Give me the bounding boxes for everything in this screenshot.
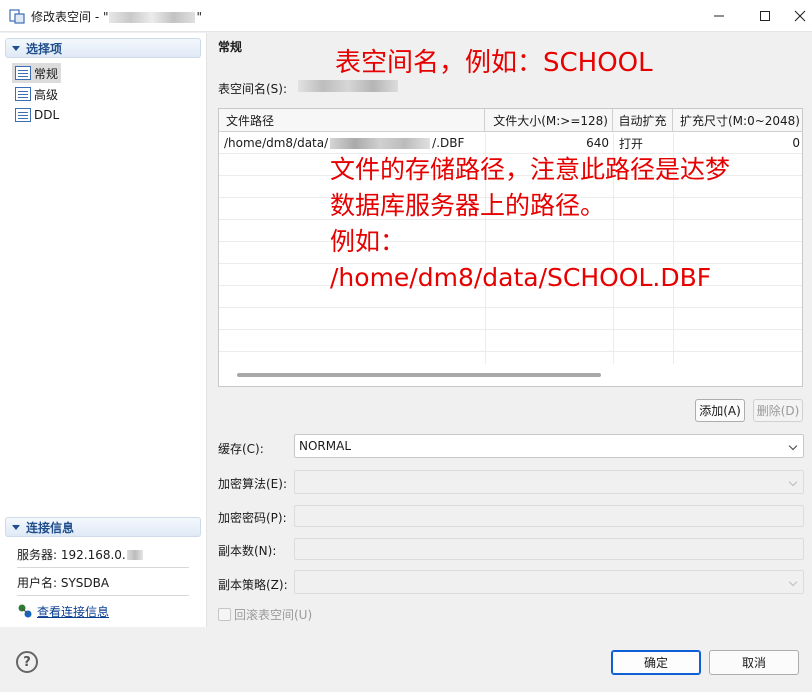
chevron-down-icon — [788, 441, 798, 451]
tablespace-name-field[interactable] — [298, 77, 478, 95]
window-title: 修改表空间 - " " — [31, 8, 202, 25]
table-cell-size[interactable]: 640 — [485, 132, 613, 154]
user-info: 用户名: SYSDBA — [17, 570, 189, 596]
column-header-size[interactable]: 文件大小(M:>=128) — [485, 109, 613, 132]
help-icon[interactable]: ? — [16, 651, 38, 673]
annotation-name-hint: 表空间名，例如：SCHOOL — [335, 48, 653, 78]
cache-select-value: NORMAL — [299, 439, 352, 453]
copy-policy-label: 副本策略(Z): — [218, 578, 288, 592]
user-label: 用户名: SYSDBA — [17, 576, 110, 590]
annotation-line: 例如： — [330, 227, 406, 256]
sidebar-item-label: 高级 — [34, 87, 59, 102]
ok-button[interactable]: 确定 — [611, 650, 701, 675]
view-connection-link-text[interactable]: 查看连接信息 — [37, 603, 109, 620]
encrypt-algo-label: 加密算法(E): — [218, 477, 287, 491]
title-bar: 修改表空间 - " " — [0, 0, 812, 32]
add-button[interactable]: 添加(A) — [695, 399, 745, 422]
main-panel: 常规 表空间名(S): 文件路径 文件大小(M:>=128) 自动扩充 扩充尺寸… — [208, 33, 812, 627]
document-icon — [15, 108, 31, 122]
options-section-header[interactable]: 选择项 — [5, 38, 201, 58]
annotation-line: 文件的存储路径，注意此路径是达梦 — [330, 155, 731, 184]
encrypt-pwd-label: 加密密码(P): — [218, 511, 287, 525]
window-title-suffix: " — [196, 10, 203, 24]
rollback-checkbox-row[interactable]: 回滚表空间(U) — [218, 606, 312, 623]
chevron-down-icon — [788, 477, 798, 487]
minimize-button[interactable] — [696, 0, 742, 32]
path-suffix: /.DBF — [432, 136, 465, 150]
collapse-triangle-icon — [12, 524, 20, 530]
tablespace-app-icon — [9, 9, 25, 24]
collapse-triangle-icon — [12, 45, 20, 51]
options-section-title: 选择项 — [26, 41, 63, 56]
cancel-button[interactable]: 取消 — [709, 650, 799, 675]
view-connection-link[interactable]: 查看连接信息 — [17, 603, 109, 619]
maximize-icon — [760, 11, 770, 21]
path-prefix: /home/dm8/data/ — [224, 136, 329, 150]
sidebar-item-general[interactable]: 常规 — [12, 63, 62, 83]
chevron-down-icon — [788, 577, 798, 587]
tablespace-name-label: 表空间名(S): — [218, 82, 288, 96]
rollback-checkbox[interactable] — [218, 608, 231, 621]
table-header: 文件路径 文件大小(M:>=128) 自动扩充 扩充尺寸(M:0~2048) — [219, 109, 802, 132]
horizontal-scrollbar[interactable] — [237, 373, 601, 377]
redacted-path — [330, 137, 431, 149]
connection-section-title: 连接信息 — [26, 520, 75, 535]
cache-label: 缓存(C): — [218, 442, 264, 456]
copies-field[interactable] — [294, 538, 804, 560]
annotation-line: /home/dm8/data/SCHOOL.DBF — [330, 263, 712, 292]
copies-label: 副本数(N): — [218, 544, 277, 558]
table-cell-auto-extend[interactable]: 打开 — [613, 132, 673, 154]
sidebar-item-ddl[interactable]: DDL — [12, 105, 62, 125]
column-header-auto-extend[interactable]: 自动扩充 — [613, 109, 673, 132]
rollback-label: 回滚表空间(U) — [234, 608, 313, 622]
copy-policy-select[interactable] — [294, 570, 804, 594]
close-button[interactable] — [788, 0, 812, 32]
redacted-ip — [126, 549, 143, 560]
redacted-tablespace-name — [298, 80, 398, 92]
column-header-path[interactable]: 文件路径 — [219, 109, 485, 132]
sidebar-item-label: DDL — [34, 108, 60, 122]
annotation-line: 数据库服务器上的路径。 — [330, 191, 606, 220]
cache-select[interactable]: NORMAL — [294, 434, 804, 458]
sidebar-item-label: 常规 — [34, 66, 59, 81]
table-cell-extend-size[interactable]: 0 — [673, 132, 802, 154]
redacted-tablespace-name — [109, 12, 196, 23]
sidebar-item-advanced[interactable]: 高级 — [12, 84, 61, 104]
connection-info-icon — [18, 604, 32, 618]
server-info: 服务器: 192.168.0. — [17, 542, 189, 568]
document-icon — [15, 66, 31, 80]
window-title-prefix: 修改表空间 - " — [31, 10, 109, 24]
maximize-button[interactable] — [742, 0, 788, 32]
table-cell-path[interactable]: /home/dm8/data/ /.DBF — [219, 132, 485, 154]
help-glyph: ? — [23, 654, 31, 670]
annotation-path-hint: 文件的存储路径，注意此路径是达梦 数据库服务器上的路径。 例如： /home/d… — [330, 152, 730, 296]
minimize-icon — [714, 15, 724, 17]
column-header-extend-size[interactable]: 扩充尺寸(M:0~2048) — [673, 109, 802, 132]
group-title: 常规 — [218, 40, 243, 54]
connection-section-header[interactable]: 连接信息 — [5, 517, 201, 537]
encrypt-algo-select[interactable] — [294, 470, 804, 494]
server-label: 服务器: 192.168.0. — [17, 548, 126, 562]
sidebar: 选择项 常规 高级 DDL 连接信息 服务器: 192.168.0. 用户名: … — [0, 33, 207, 627]
delete-button[interactable]: 删除(D) — [753, 399, 803, 422]
close-icon — [794, 10, 806, 22]
encrypt-pwd-field[interactable] — [294, 505, 804, 527]
document-icon — [15, 87, 31, 101]
